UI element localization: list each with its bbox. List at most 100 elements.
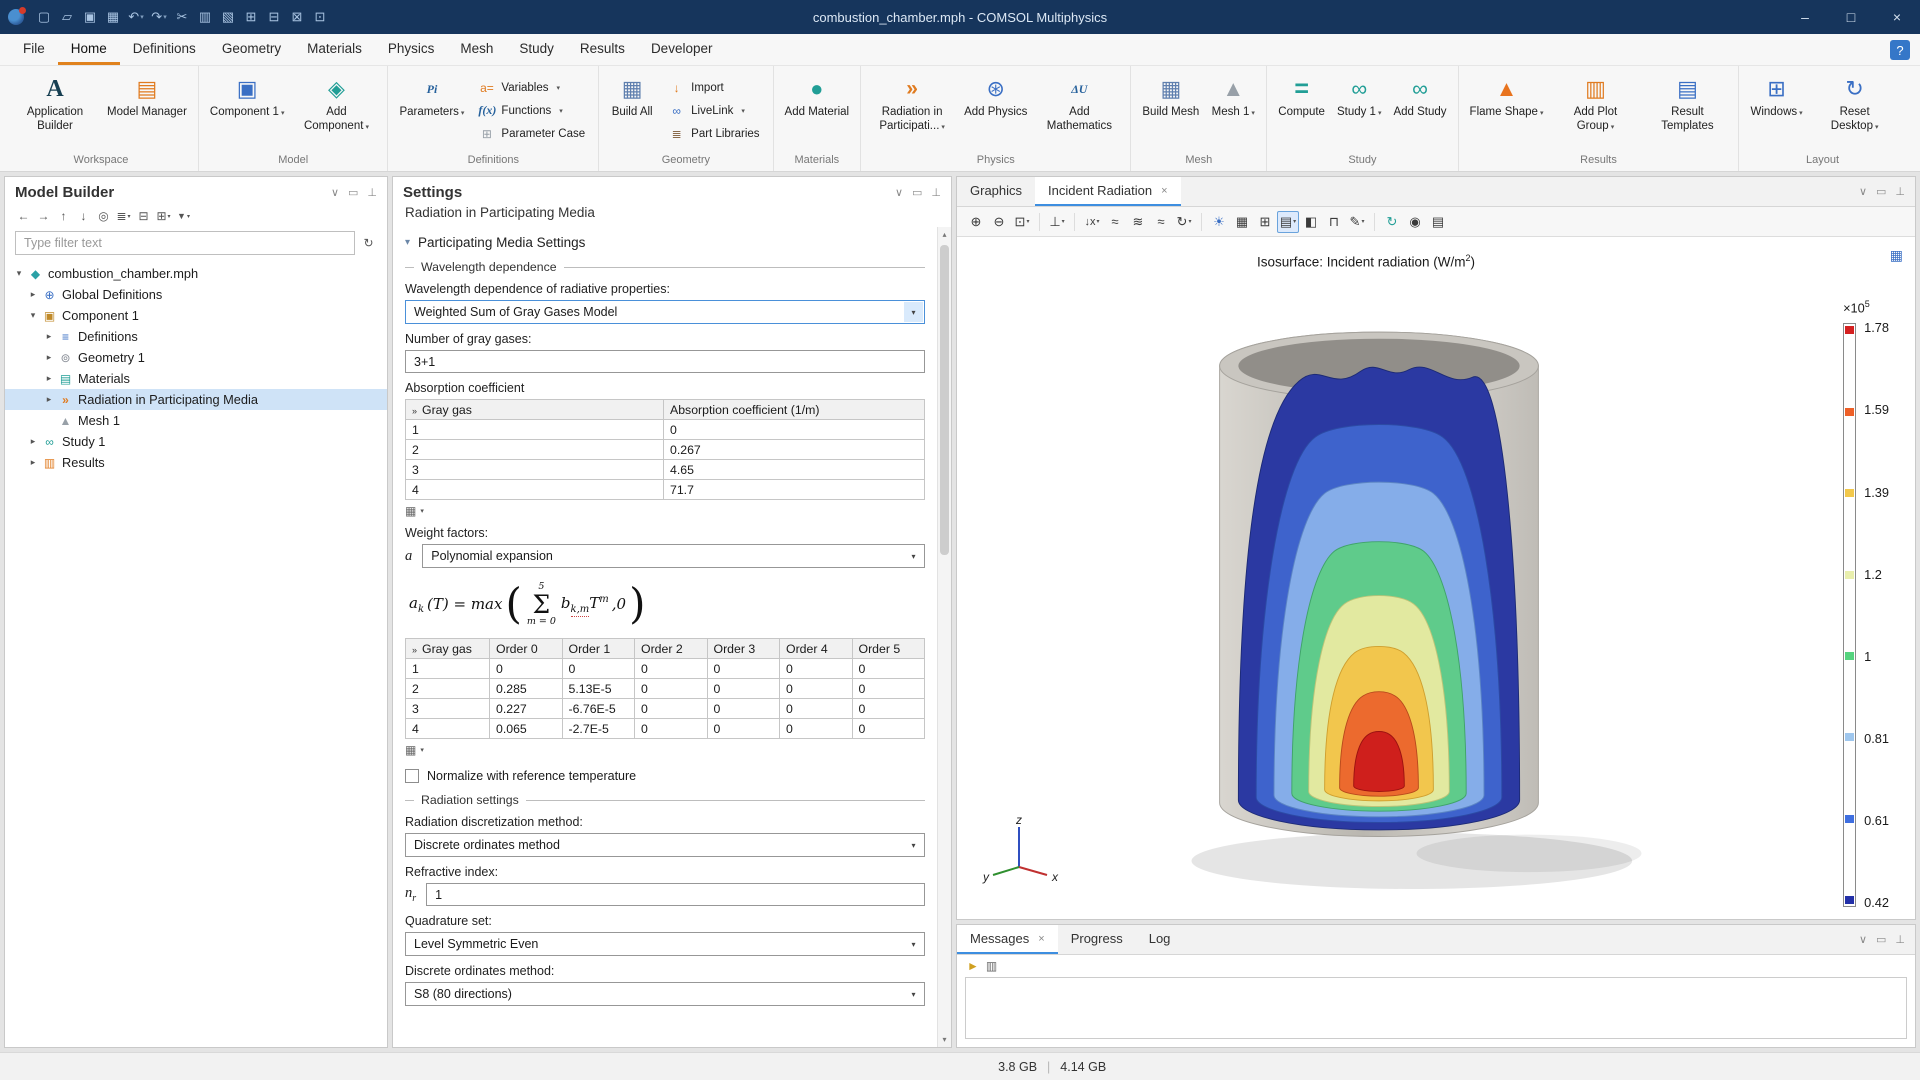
pin-panel-icon[interactable]: ⊥ bbox=[1895, 185, 1905, 198]
zoom-in-icon[interactable]: ⊕ bbox=[965, 211, 987, 233]
save-icon[interactable]: ▣ bbox=[79, 5, 101, 29]
table-cell[interactable]: -6.76E-5 bbox=[562, 699, 635, 719]
print-icon[interactable]: ▤ bbox=[1427, 211, 1449, 233]
weight-factors-select[interactable]: Polynomial expansion▾ bbox=[422, 544, 925, 568]
float-panel-icon[interactable]: ▭ bbox=[1876, 185, 1886, 198]
gray-gases-input[interactable]: 3+1 bbox=[405, 350, 925, 373]
expander-icon[interactable]: ▾ bbox=[11, 268, 27, 279]
scroll-up-icon[interactable]: ▴ bbox=[938, 230, 951, 239]
tree-item-definitions[interactable]: ▸≡Definitions bbox=[5, 326, 387, 347]
tree-forward-icon[interactable]: → bbox=[35, 207, 52, 225]
panel-menu-icon[interactable]: ∨ bbox=[1859, 933, 1867, 946]
table-cell[interactable]: 0.227 bbox=[490, 699, 563, 719]
float-panel-icon[interactable]: ▭ bbox=[1876, 933, 1886, 946]
refresh-tree-icon[interactable]: ↻ bbox=[360, 234, 377, 252]
tab-progress[interactable]: Progress bbox=[1058, 925, 1136, 954]
table-cell[interactable]: 0.065 bbox=[490, 719, 563, 739]
expander-icon[interactable]: ▾ bbox=[25, 310, 41, 321]
close-tab-icon[interactable]: × bbox=[1161, 185, 1167, 197]
tree-back-icon[interactable]: ← bbox=[15, 207, 32, 225]
delete-icon[interactable]: ⊠ bbox=[286, 5, 308, 29]
compute-button[interactable]: =Compute bbox=[1272, 71, 1331, 153]
color-picker-icon[interactable]: ✎▾ bbox=[1346, 211, 1368, 233]
expand-all-icon[interactable]: ⊞▾ bbox=[155, 207, 172, 225]
table-cell[interactable]: 0 bbox=[852, 719, 925, 739]
application-builder-button[interactable]: AApplication Builder bbox=[9, 71, 101, 153]
tab-incident-radiation[interactable]: Incident Radiation× bbox=[1035, 177, 1181, 206]
discretization-select[interactable]: Discrete ordinates method▾ bbox=[405, 833, 925, 857]
radiation-node-button[interactable]: »Radiation in Participati...▾ bbox=[866, 71, 958, 153]
tree-item-mesh-1[interactable]: ▲Mesh 1 bbox=[5, 410, 387, 431]
functions-button[interactable]: f(x)Functions▾ bbox=[474, 101, 589, 120]
show-icon[interactable]: ◎ bbox=[95, 207, 112, 225]
table-cell[interactable]: 0 bbox=[780, 719, 853, 739]
table-cell[interactable]: 0 bbox=[707, 719, 780, 739]
snapshot-icon[interactable]: ◉ bbox=[1404, 211, 1426, 233]
undo-icon[interactable]: ↶▾ bbox=[125, 5, 147, 29]
maximize-button[interactable]: □ bbox=[1828, 0, 1874, 34]
table-cell[interactable]: 0 bbox=[852, 659, 925, 679]
model-grid-icon[interactable]: ⊡ bbox=[309, 5, 331, 29]
tab-messages[interactable]: Messages× bbox=[957, 925, 1058, 954]
table-cell[interactable]: 0 bbox=[635, 679, 708, 699]
build-mesh-button[interactable]: ▦Build Mesh bbox=[1136, 71, 1205, 153]
expander-icon[interactable]: ▸ bbox=[25, 289, 41, 300]
menu-item-materials[interactable]: Materials bbox=[294, 34, 375, 65]
add-component-button[interactable]: ◈Add Component▾ bbox=[290, 71, 382, 153]
scroll-down-icon[interactable]: ▾ bbox=[938, 1035, 951, 1044]
tree-item-study-1[interactable]: ▸∞Study 1 bbox=[5, 431, 387, 452]
table-cell[interactable]: 3 bbox=[406, 460, 664, 480]
parameters-button[interactable]: PiParameters▾ bbox=[393, 71, 470, 153]
table-cell[interactable]: 0 bbox=[852, 699, 925, 719]
copy-icon[interactable]: ▥ bbox=[194, 5, 216, 29]
expander-icon[interactable]: ▸ bbox=[41, 331, 57, 342]
environment-icon[interactable]: ▦ bbox=[1231, 211, 1253, 233]
minimize-button[interactable]: – bbox=[1782, 0, 1828, 34]
table-cell[interactable]: 4 bbox=[406, 480, 664, 500]
settings-scrollbar[interactable]: ▴ ▾ bbox=[937, 227, 951, 1047]
tree-item-radiation-in-participating-media[interactable]: ▸»Radiation in Participating Media bbox=[5, 389, 387, 410]
node-text-icon[interactable]: ≣▾ bbox=[115, 207, 132, 225]
copy-log-icon[interactable]: ▥ bbox=[986, 959, 997, 973]
expander-icon[interactable]: ▸ bbox=[25, 457, 41, 468]
table-cell[interactable]: 4.65 bbox=[664, 460, 925, 480]
menu-item-geometry[interactable]: Geometry bbox=[209, 34, 294, 65]
add-plot-group-button[interactable]: ▥Add Plot Group▾ bbox=[1549, 71, 1641, 153]
windows-button[interactable]: ⊞Windows▾ bbox=[1744, 71, 1808, 153]
expander-icon[interactable]: ▸ bbox=[41, 394, 57, 405]
expander-icon[interactable]: ▸ bbox=[41, 373, 57, 384]
part-libraries-button[interactable]: ≣Part Libraries bbox=[664, 124, 763, 143]
new-file-icon[interactable]: ▢ bbox=[33, 5, 55, 29]
menu-item-study[interactable]: Study bbox=[506, 34, 567, 65]
expander-icon[interactable]: ▸ bbox=[41, 352, 57, 363]
add-mathematics-button[interactable]: ΔUAdd Mathematics bbox=[1033, 71, 1125, 153]
flame-shape-button[interactable]: ▲Flame Shape▾ bbox=[1464, 71, 1550, 153]
close-tab-icon[interactable]: × bbox=[1038, 933, 1044, 945]
orient-view-icon[interactable]: ↓x▾ bbox=[1081, 211, 1103, 233]
redo-icon[interactable]: ↷▾ bbox=[148, 5, 170, 29]
tab-graphics[interactable]: Graphics bbox=[957, 177, 1035, 206]
pointer-icon[interactable]: ► bbox=[967, 959, 979, 973]
menu-item-home[interactable]: Home bbox=[58, 34, 120, 65]
float-panel-icon[interactable]: ▭ bbox=[348, 186, 358, 199]
normalize-checkbox[interactable] bbox=[405, 769, 419, 783]
float-panel-icon[interactable]: ▭ bbox=[912, 186, 922, 199]
menu-item-results[interactable]: Results bbox=[567, 34, 638, 65]
quadrature-set-select[interactable]: Level Symmetric Even▾ bbox=[405, 932, 925, 956]
collapse-all-icon[interactable]: ⊟ bbox=[135, 207, 152, 225]
plot-settings-icon[interactable]: ▤▾ bbox=[1277, 211, 1299, 233]
pin-panel-icon[interactable]: ⊥ bbox=[1895, 933, 1905, 946]
cut-icon[interactable]: ✂ bbox=[171, 5, 193, 29]
tree-item-component-1[interactable]: ▾▣Component 1 bbox=[5, 305, 387, 326]
table-cell[interactable]: 0 bbox=[852, 679, 925, 699]
move-down-icon[interactable]: ↓ bbox=[75, 207, 92, 225]
import-button[interactable]: ↓Import bbox=[664, 78, 763, 97]
panel-menu-icon[interactable]: ∨ bbox=[1859, 185, 1867, 198]
table-cell[interactable]: 0 bbox=[780, 699, 853, 719]
table-cell[interactable]: 2 bbox=[406, 679, 490, 699]
menu-item-file[interactable]: File bbox=[10, 34, 58, 65]
update-plot-icon[interactable]: ↻ bbox=[1381, 211, 1403, 233]
transparency-icon[interactable]: ◧ bbox=[1300, 211, 1322, 233]
tab-log[interactable]: Log bbox=[1136, 925, 1184, 954]
close-button[interactable]: × bbox=[1874, 0, 1920, 34]
